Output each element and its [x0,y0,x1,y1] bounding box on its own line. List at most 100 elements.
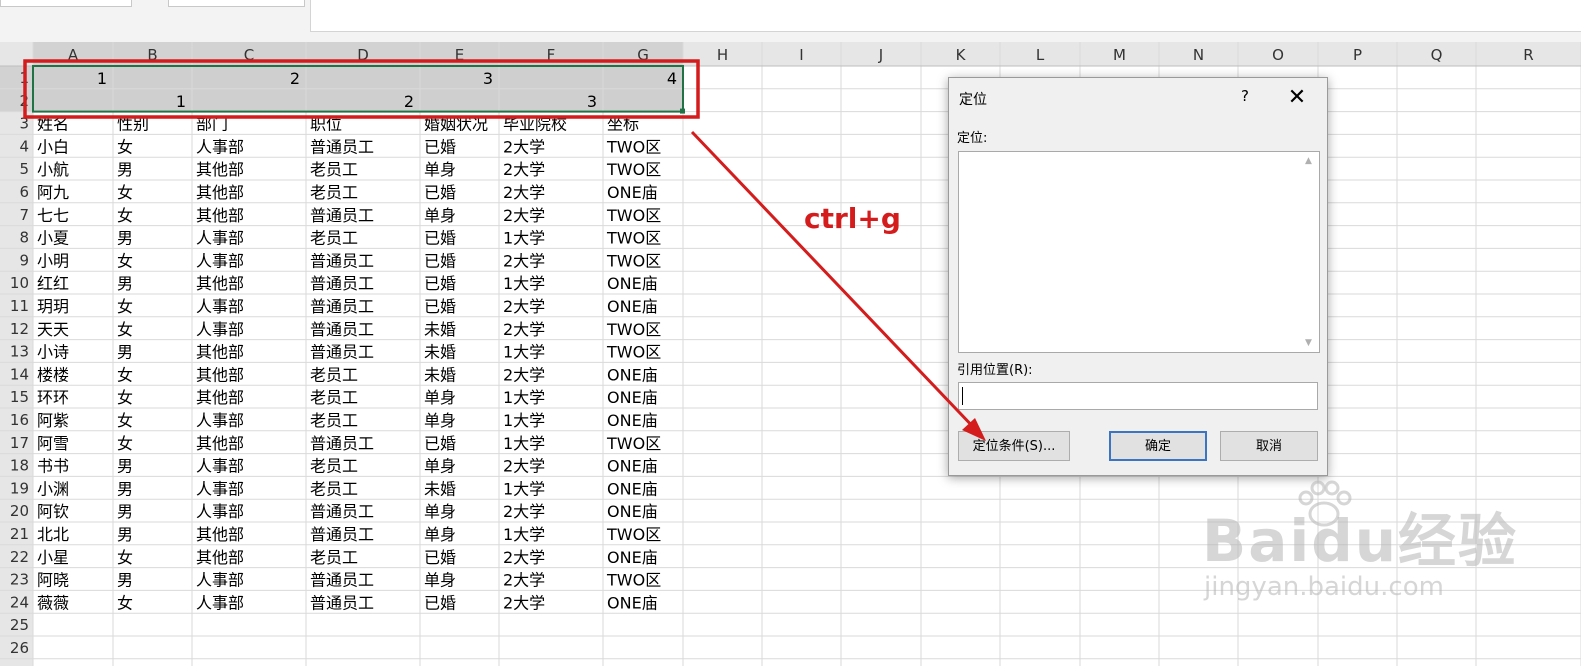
row-header-label: 23 [10,571,29,589]
table-cell: 1大学 [503,388,545,407]
special-button[interactable]: 定位条件(S)... [958,431,1070,461]
reference-label: 引用位置(R): [957,363,1033,378]
table-cell: 其他部 [196,525,244,544]
table-cell: 环环 [37,388,69,407]
table-cell: 女 [117,434,133,453]
column-title-cell: 职位 [310,115,342,134]
column-header-label: K [956,46,967,64]
table-cell: 2大学 [503,365,545,384]
table-cell: 楼楼 [37,365,69,384]
column-title-cell: 坐标 [607,115,639,134]
reference-input[interactable] [958,382,1318,410]
table-cell: ONE庙 [607,479,658,498]
listbox-scrollbar[interactable]: ▲ ▼ [1302,152,1319,352]
fill-handle[interactable] [680,108,685,114]
goto-listbox[interactable]: ▲ ▼ [958,151,1320,353]
table-cell: 未婚 [424,343,456,362]
table-cell: 普通员工 [310,343,374,362]
close-icon[interactable]: ✕ [1283,84,1311,112]
row-header-label: 24 [10,593,29,611]
table-cell: 男 [117,274,133,293]
table-cell: TWO区 [606,320,661,339]
table-cell: 人事部 [196,320,244,339]
table-cell: 男 [117,229,133,248]
row-header-label: 22 [10,548,29,566]
table-cell: 2大学 [503,571,545,590]
table-cell: 普通员工 [310,571,374,590]
table-cell: 老员工 [310,229,358,248]
column-header-label: G [637,46,649,64]
row-header-label: 16 [10,411,29,429]
table-cell: 女 [117,206,133,225]
table-cell: TWO区 [606,206,661,225]
table-cell: 已婚 [424,593,456,612]
table-cell: 1大学 [503,229,545,248]
table-cell: 单身 [424,457,456,476]
row-header-label: 15 [10,388,29,406]
table-cell: 2大学 [503,593,545,612]
dialog-title: 定位 [959,92,987,108]
column-header-label: O [1272,46,1284,64]
table-cell: TWO区 [606,343,661,362]
column-header-label: N [1193,46,1204,64]
table-cell: 七七 [37,206,69,225]
table-cell: 女 [117,593,133,612]
cell-value: 3 [587,92,597,111]
table-cell: 老员工 [310,479,358,498]
table-cell: 老员工 [310,548,358,567]
ok-button[interactable]: 确定 [1109,431,1207,461]
row-header-label: 14 [10,365,29,383]
table-cell: TWO区 [606,229,661,248]
row-header-label: 10 [10,274,29,292]
table-cell: 老员工 [310,160,358,179]
column-title-cell: 婚姻状况 [424,115,488,134]
cancel-button[interactable]: 取消 [1220,431,1318,461]
table-cell: 人事部 [196,593,244,612]
row-header-label: 7 [19,206,29,224]
column-header-label: Q [1431,46,1443,64]
table-cell: 已婚 [424,137,456,156]
table-cell: 已婚 [424,251,456,270]
table-cell: 人事部 [196,137,244,156]
table-cell: 未婚 [424,479,456,498]
row-header-label: 13 [10,343,29,361]
table-cell: 其他部 [196,160,244,179]
table-cell: 阿紫 [37,411,69,430]
row-header-label: 5 [19,160,29,178]
help-icon[interactable]: ? [1235,87,1255,105]
table-cell: ONE庙 [607,502,658,521]
table-cell: 1大学 [503,274,545,293]
table-cell: 人事部 [196,251,244,270]
cell-value: 1 [97,69,107,88]
table-cell: 老员工 [310,457,358,476]
table-cell: 其他部 [196,388,244,407]
table-cell: 女 [117,548,133,567]
text-caret [962,387,963,405]
column-title-cell: 姓名 [37,115,69,134]
table-cell: 小白 [37,137,69,156]
table-cell: 人事部 [196,457,244,476]
table-cell: 普通员工 [310,502,374,521]
column-header-label: D [357,46,369,64]
table-cell: TWO区 [606,251,661,270]
table-cell: 红红 [37,274,69,293]
cell-value: 3 [483,69,493,88]
table-cell: 已婚 [424,183,456,202]
table-cell: 女 [117,411,133,430]
table-cell: 未婚 [424,320,456,339]
table-cell: 小航 [37,160,69,179]
column-header-label: I [799,46,803,64]
table-cell: 已婚 [424,229,456,248]
table-cell: 小明 [37,251,69,270]
table-cell: 北北 [37,525,69,544]
table-cell: 女 [117,388,133,407]
scroll-up-icon[interactable]: ▲ [1305,156,1312,166]
table-cell: 人事部 [196,479,244,498]
column-header-label: E [455,46,464,64]
table-cell: 人事部 [196,297,244,316]
row-header-label: 12 [10,320,29,338]
scroll-down-icon[interactable]: ▼ [1305,338,1312,348]
column-title-cell: 毕业院校 [503,115,567,134]
table-cell: 1大学 [503,411,545,430]
table-cell: 人事部 [196,502,244,521]
